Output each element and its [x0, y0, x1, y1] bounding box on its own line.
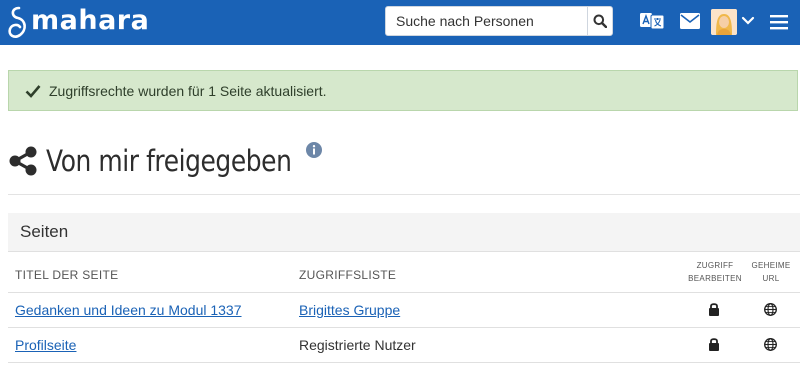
search-icon — [593, 14, 607, 28]
search-input[interactable] — [386, 7, 587, 35]
column-header-secret-url: GEHEIME URL — [746, 259, 796, 285]
avatar[interactable] — [711, 9, 737, 35]
column-header-title: TITEL DER SEITE — [15, 268, 119, 282]
column-header-secret-url-line2: URL — [762, 274, 780, 283]
column-header-edit-access-line1: ZUGRIFF — [696, 261, 734, 270]
alert-message: Zugriffsrechte wurden für 1 Seite aktual… — [49, 82, 327, 99]
table-header-divider — [8, 292, 800, 293]
chevron-down-icon[interactable] — [741, 15, 755, 27]
page-title-text: Von mir freigegeben — [46, 144, 292, 178]
column-header-edit-access: ZUGRIFF BEARBEITEN — [683, 259, 747, 285]
title-divider — [8, 194, 800, 195]
search-box — [385, 6, 613, 36]
row-1-access-link[interactable]: Brigittes Gruppe — [299, 302, 400, 318]
row-2-access-text: Registrierte Nutzer — [299, 337, 416, 353]
globe-icon[interactable] — [764, 338, 777, 351]
success-alert: Zugriffsrechte wurden für 1 Seite aktual… — [8, 70, 798, 111]
logo-text: mahara — [31, 4, 150, 36]
search-button[interactable] — [587, 7, 612, 35]
column-header-secret-url-line1: GEHEIME — [751, 261, 791, 270]
page-title: Von mir freigegeben — [8, 138, 331, 184]
language-icon[interactable] — [640, 12, 664, 30]
panel-heading: Seiten — [8, 213, 800, 252]
row-2-title-link[interactable]: Profilseite — [15, 337, 76, 353]
lock-icon[interactable] — [708, 302, 720, 316]
info-icon[interactable] — [306, 142, 322, 163]
check-icon — [25, 84, 41, 98]
globe-icon[interactable] — [764, 303, 777, 316]
table-row-divider — [8, 362, 800, 363]
mahara-logo[interactable]: mahara — [6, 4, 149, 40]
share-icon — [9, 146, 37, 176]
mahara-logo-mark — [8, 6, 26, 38]
menu-icon[interactable] — [770, 13, 788, 31]
table-row-divider — [8, 327, 800, 328]
mail-icon[interactable] — [680, 13, 700, 29]
column-header-access-list: ZUGRIFFSLISTE — [299, 268, 397, 282]
row-1-title-link[interactable]: Gedanken und Ideen zu Modul 1337 — [15, 302, 242, 318]
panel-heading-text: Seiten — [20, 222, 69, 241]
top-header: mahara — [0, 0, 800, 45]
column-header-edit-access-line2: BEARBEITEN — [688, 274, 742, 283]
lock-icon[interactable] — [708, 337, 720, 351]
